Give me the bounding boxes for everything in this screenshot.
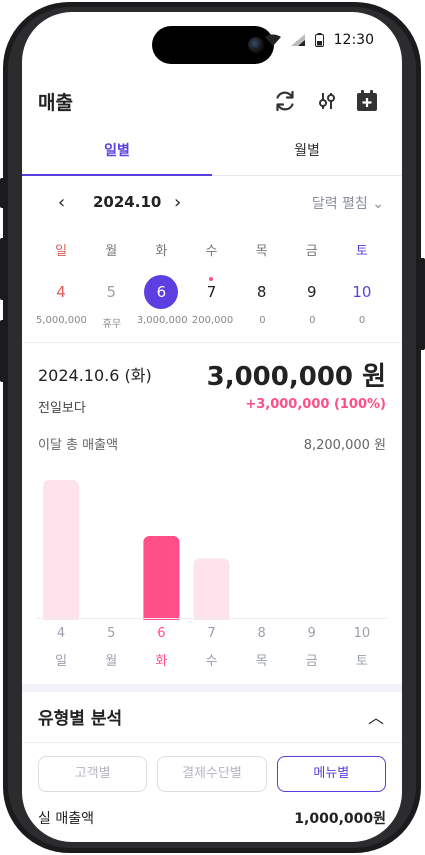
weekday-label: 화 <box>155 244 168 259</box>
signal-icon <box>290 34 305 46</box>
daily-amount: 200,000 <box>191 315 234 326</box>
x-tick-label: 9 <box>307 626 316 641</box>
month-navigation: ‹ 2024.10 › 달력 펼침 ⌄ <box>22 190 402 218</box>
date-cell-selected[interactable]: 6 <box>136 274 186 310</box>
x-tick-label: 6 <box>157 626 166 641</box>
monthly-total-label: 이달 총 매출액 <box>38 438 119 453</box>
x-axis-dates: 4 5 6 7 8 9 10 <box>36 626 387 641</box>
x-tick-label: 5 <box>107 626 116 641</box>
analysis-filters: 고객별 결제수단별 메뉴별 <box>38 756 386 792</box>
weekday-label: 금 <box>305 244 318 259</box>
tab-monthly[interactable]: 월별 <box>212 134 402 175</box>
chart-baseline <box>36 618 387 619</box>
date-number: 4 <box>56 283 66 301</box>
daily-amount: 휴무 <box>102 319 122 330</box>
expand-calendar-label: 달력 펼침 <box>311 196 368 212</box>
status-bar: 12:30 <box>264 32 374 48</box>
chart-bar[interactable] <box>143 536 180 620</box>
chart-bar[interactable] <box>193 558 230 620</box>
chevron-up-icon[interactable]: ︿ <box>368 704 384 728</box>
tab-bar: 일별 월별 <box>22 134 402 176</box>
date-cell[interactable]: 9 <box>287 274 337 310</box>
app-header: 매출 <box>22 76 402 124</box>
weekday-label: 수 <box>205 244 218 259</box>
x-weekday-label: 금 <box>305 654 318 669</box>
date-number: 6 <box>144 275 179 309</box>
daily-amount: 5,000,000 <box>36 315 87 326</box>
compare-value: +3,000,000 (100%) <box>245 397 386 412</box>
x-tick-label: 4 <box>56 626 66 641</box>
date-number: 9 <box>307 283 317 301</box>
chevron-down-icon: ⌄ <box>372 196 384 212</box>
filter-menu-button[interactable]: 메뉴별 <box>276 756 386 792</box>
camera-icon <box>248 37 264 53</box>
daily-amount: 0 <box>309 315 316 326</box>
power-button <box>419 258 425 350</box>
x-weekday-label: 일 <box>55 654 68 669</box>
date-number: 7 <box>206 283 217 301</box>
filter-sliders-icon[interactable] <box>314 88 340 114</box>
daily-amount: 0 <box>358 315 366 326</box>
wifi-icon <box>264 34 281 46</box>
summary-date: 2024.10.6 (화) <box>38 366 152 385</box>
volume-up-button <box>0 238 6 300</box>
analysis-title: 유형별 분석 <box>38 709 123 729</box>
date-cell[interactable]: 5 <box>86 274 136 310</box>
date-row: 4 5 6 7 8 9 10 <box>36 274 387 310</box>
expand-calendar-button[interactable]: 달력 펼침 ⌄ <box>312 193 384 213</box>
x-tick-label: 8 <box>257 626 266 641</box>
filter-customer-button[interactable]: 고객별 <box>38 756 148 792</box>
net-sales-value: 1,000,000원 <box>294 811 386 827</box>
filter-payment-button[interactable]: 결제수단별 <box>157 756 267 792</box>
weekday-row: 일 월 화 수 목 금 토 <box>36 240 387 259</box>
calendar-add-icon[interactable] <box>354 88 380 114</box>
x-axis-weekdays: 일 월 화 수 목 금 토 <box>36 650 387 669</box>
x-weekday-label: 수 <box>205 654 218 669</box>
weekday-label: 일 <box>55 244 68 259</box>
compare-label: 전일보다 <box>38 401 86 416</box>
chart-bar[interactable] <box>43 480 80 620</box>
tab-daily[interactable]: 일별 <box>22 134 212 176</box>
status-time: 12:30 <box>333 32 374 48</box>
section-divider <box>22 342 402 343</box>
date-cell[interactable]: 8 <box>237 274 287 310</box>
next-month-icon[interactable]: › <box>174 192 181 213</box>
current-month: 2024.10 <box>93 193 162 211</box>
analysis-divider <box>22 742 402 743</box>
x-tick-label: 10 <box>353 626 371 641</box>
battery-icon <box>314 33 324 47</box>
date-number: 10 <box>352 283 372 301</box>
daily-amount: 3,000,000 <box>136 315 188 326</box>
screen: 12:30 매출 일별 월별 ‹ 2024.10 › 달력 펼침 ⌄ 일 월 화… <box>22 12 402 842</box>
page-title: 매출 <box>38 92 73 114</box>
x-tick-label: 7 <box>207 626 216 641</box>
date-cell[interactable]: 10 <box>337 274 387 310</box>
prev-month-icon[interactable]: ‹ <box>58 192 65 213</box>
x-weekday-label: 토 <box>355 654 368 669</box>
monthly-total-value: 8,200,000 원 <box>303 438 386 453</box>
net-sales-label: 실 매출액 <box>38 811 94 827</box>
action-button <box>0 178 6 208</box>
x-weekday-label: 월 <box>105 654 118 669</box>
daily-sales-chart <box>43 480 230 620</box>
volume-down-button <box>0 320 6 382</box>
date-number: 8 <box>256 283 267 301</box>
weekday-label: 월 <box>105 244 118 259</box>
weekday-label: 토 <box>355 244 368 259</box>
weekday-label: 목 <box>255 244 268 259</box>
daily-amount-row: 5,000,000 휴무 3,000,000 200,000 0 0 0 <box>36 315 387 330</box>
event-dot <box>209 277 214 281</box>
refresh-icon[interactable] <box>272 88 298 114</box>
x-weekday-label: 목 <box>255 654 268 669</box>
section-separator <box>22 684 402 692</box>
date-number: 5 <box>106 283 116 301</box>
daily-amount: 0 <box>259 315 266 326</box>
summary-sales-value: 3,000,000 원 <box>206 362 386 392</box>
date-cell[interactable]: 4 <box>36 274 86 310</box>
date-cell[interactable]: 7 <box>186 274 236 310</box>
x-weekday-label: 화 <box>155 654 168 669</box>
